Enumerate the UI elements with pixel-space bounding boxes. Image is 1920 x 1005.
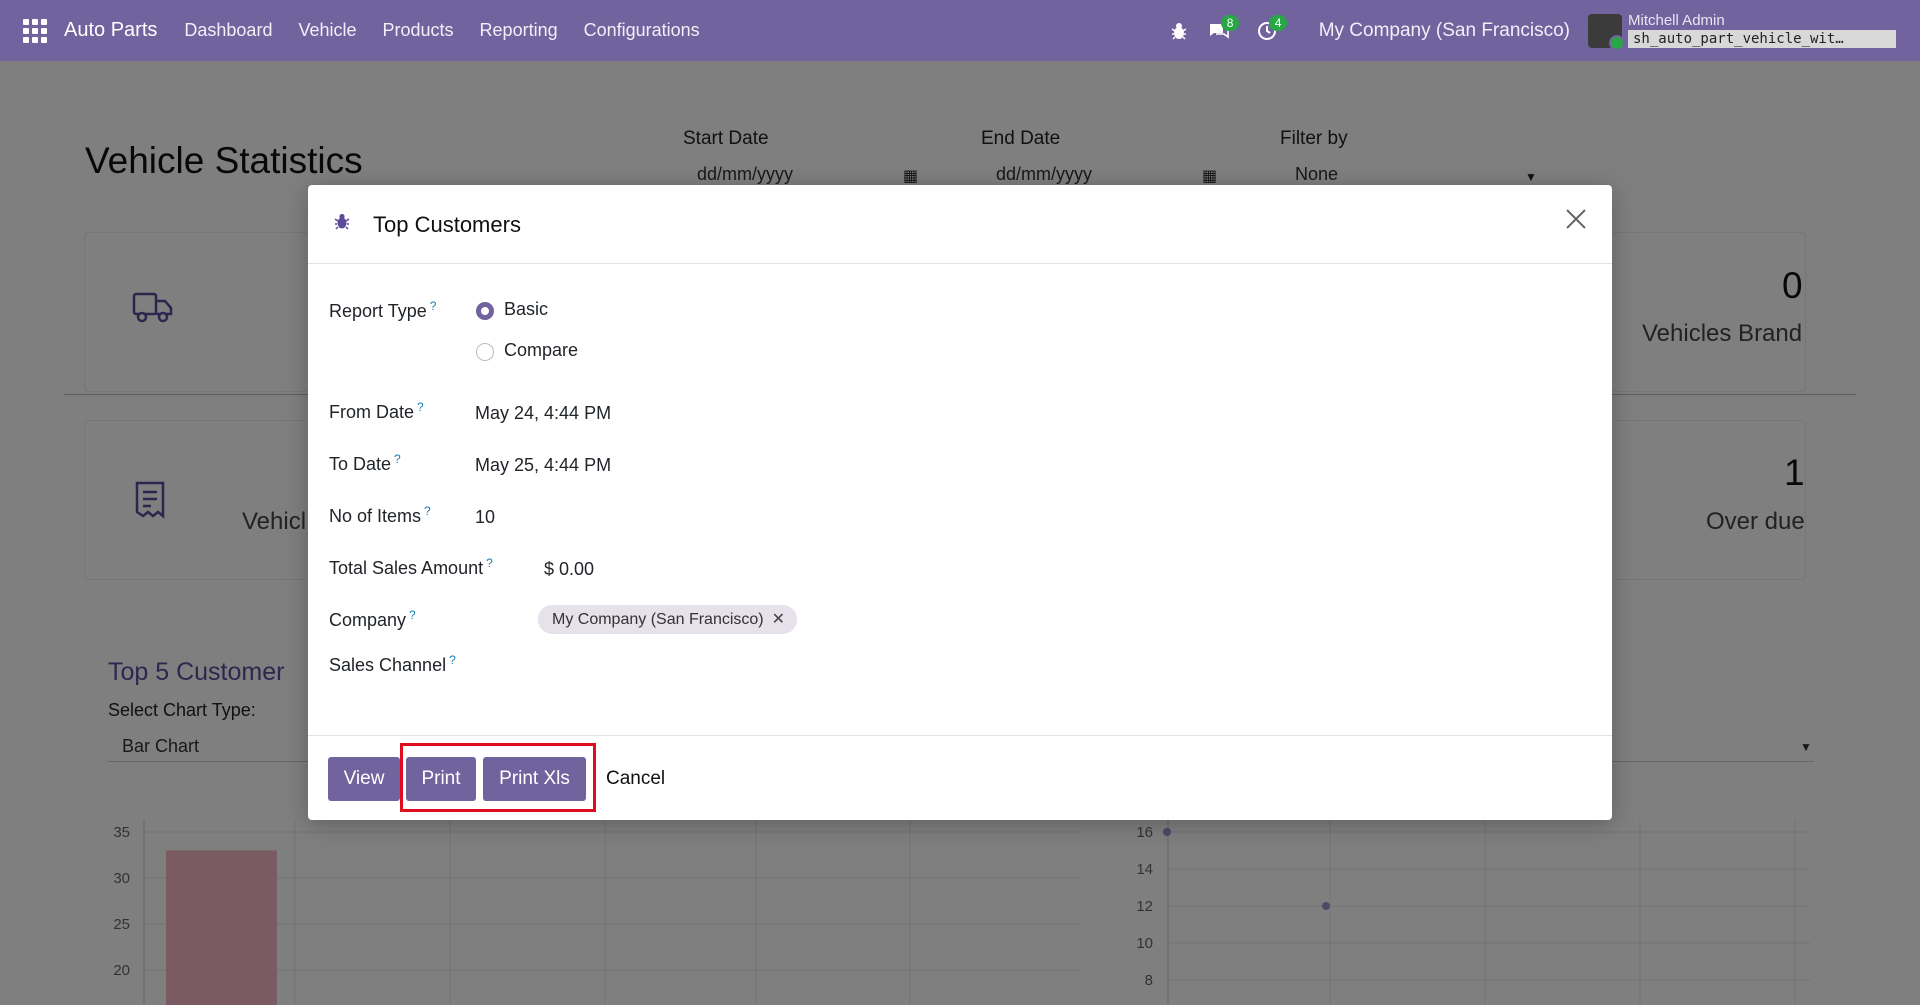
view-button[interactable]: View xyxy=(328,757,400,801)
help-icon[interactable]: ? xyxy=(486,556,493,570)
company-label: Company? xyxy=(329,608,416,630)
radio-compare[interactable] xyxy=(476,343,494,361)
help-icon[interactable]: ? xyxy=(409,608,416,622)
help-icon[interactable]: ? xyxy=(394,452,401,466)
close-icon[interactable] xyxy=(1560,205,1592,237)
items-field[interactable]: 10 xyxy=(475,507,495,528)
radio-basic-label[interactable]: Basic xyxy=(504,299,548,320)
dialog-header: Top Customers xyxy=(308,185,1612,264)
radio-basic[interactable] xyxy=(476,302,494,320)
items-label: No of Items? xyxy=(329,504,431,526)
sales-channel-label: Sales Channel? xyxy=(329,653,456,675)
help-icon[interactable]: ? xyxy=(449,653,456,667)
top-customers-dialog: Top Customers Report Type? Basic Compare… xyxy=(308,185,1612,820)
total-sales-label: Total Sales Amount? xyxy=(329,556,493,578)
from-date-field[interactable]: May 24, 4:44 PM xyxy=(475,403,611,424)
help-icon[interactable]: ? xyxy=(424,504,431,518)
company-tag: My Company (San Francisco) ✕ xyxy=(538,605,798,634)
remove-tag-icon[interactable]: ✕ xyxy=(772,611,785,628)
from-date-label: From Date? xyxy=(329,400,424,422)
highlight-box xyxy=(400,743,596,812)
dialog-title: Top Customers xyxy=(373,212,521,237)
bug-icon xyxy=(334,212,350,235)
total-sales-field[interactable]: $ 0.00 xyxy=(544,559,594,580)
dialog-footer: View Print Print Xls Cancel xyxy=(308,735,1612,820)
help-icon[interactable]: ? xyxy=(430,299,437,313)
to-date-label: To Date? xyxy=(329,452,401,474)
help-icon[interactable]: ? xyxy=(417,400,424,414)
cancel-button[interactable]: Cancel xyxy=(606,757,665,801)
sales-channel-field[interactable] xyxy=(475,647,975,677)
report-type-label: Report Type? xyxy=(329,299,437,321)
radio-compare-label[interactable]: Compare xyxy=(504,340,578,361)
to-date-field[interactable]: May 25, 4:44 PM xyxy=(475,455,611,476)
